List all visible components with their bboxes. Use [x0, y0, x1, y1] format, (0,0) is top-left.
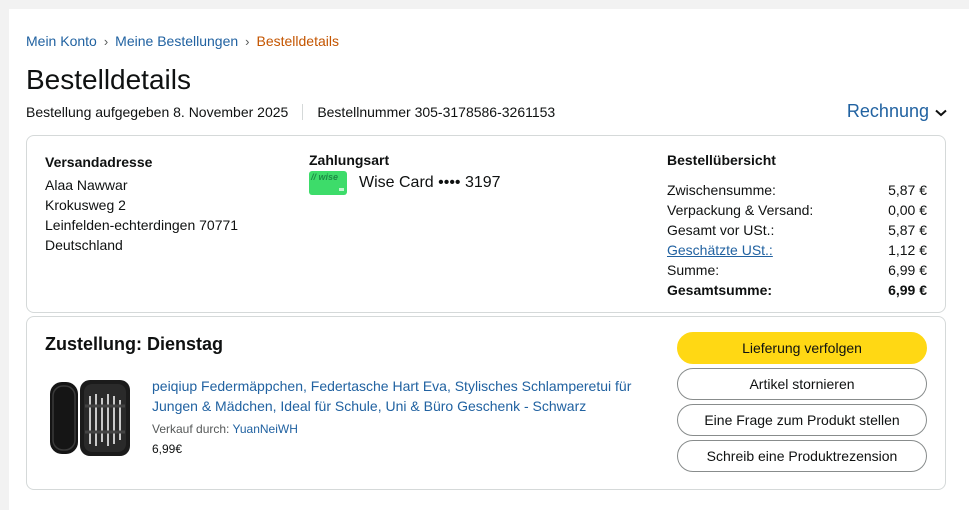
payment-method: Zahlungsart // wise Wise Card •••• 3197 — [309, 152, 501, 195]
sold-by-label: Verkauf durch: — [152, 422, 230, 436]
track-delivery-button[interactable]: Lieferung verfolgen — [677, 332, 927, 364]
write-review-button[interactable]: Schreib eine Produktrezension — [677, 440, 927, 472]
summary-label: Gesamt vor USt.: — [667, 222, 775, 238]
product-image[interactable] — [47, 376, 137, 460]
estimated-tax-link[interactable]: Geschätzte USt.: — [667, 240, 773, 260]
summary-value: 6,99 € — [888, 282, 927, 298]
address-line: Krokusweg 2 — [45, 197, 126, 213]
summary-label: Zwischensumme: — [667, 182, 776, 198]
product-title-link[interactable]: peiqiup Federmäppchen, Federtasche Hart … — [152, 376, 652, 416]
order-details-page: Mein Konto › Meine Bestellungen › Bestel… — [9, 9, 969, 510]
payment-header: Zahlungsart — [309, 152, 390, 168]
summary-label: Verpackung & Versand: — [667, 202, 814, 218]
summary-row-grand-total: Gesamtsumme: 6,99 € — [667, 280, 927, 300]
delivery-header: Zustellung: Dienstag — [45, 334, 224, 354]
summary-label: Summe: — [667, 262, 720, 278]
card-logo-text: // wise — [311, 172, 339, 182]
breadcrumb-current: Bestelldetails — [256, 33, 340, 49]
summary-value: 5,87 € — [888, 222, 927, 238]
order-date: Bestellung aufgegeben 8. November 2025 — [26, 104, 289, 120]
breadcrumb-separator: › — [245, 33, 250, 49]
summary-label: Gesamtsumme: — [667, 282, 773, 298]
summary-row-tax: Geschätzte USt.: 1,12 € — [667, 240, 927, 260]
delivery-box: Zustellung: Dienstag peiqiup Federmäppch… — [26, 316, 946, 490]
cancel-item-button[interactable]: Artikel stornieren — [677, 368, 927, 400]
breadcrumb-my-orders[interactable]: Meine Bestellungen — [115, 33, 238, 49]
address-line: Alaa Nawwar — [45, 177, 128, 193]
summary-row-subtotal: Zwischensumme: 5,87 € — [667, 180, 927, 200]
ask-question-button[interactable]: Eine Frage zum Produkt stellen — [677, 404, 927, 436]
order-summary: Bestellübersicht Zwischensumme: 5,87 € V… — [667, 152, 927, 300]
invoice-label: Rechnung — [846, 101, 929, 121]
breadcrumb-separator: › — [103, 33, 109, 49]
address-line: Deutschland — [45, 237, 123, 253]
product-info: peiqiup Federmäppchen, Federtasche Hart … — [152, 376, 652, 456]
seller-info: Verkauf durch: YuanNeiWH — [152, 422, 652, 436]
meta-divider — [302, 104, 304, 120]
page-title: Bestelldetails — [26, 64, 191, 95]
summary-row-pretax: Gesamt vor USt.: 5,87 € — [667, 220, 927, 240]
card-label: Wise Card •••• 3197 — [359, 174, 501, 191]
breadcrumb-my-account[interactable]: Mein Konto — [26, 33, 97, 49]
address-line: Leinfelden-echterdingen 70771 — [45, 217, 239, 233]
summary-header: Bestellübersicht — [667, 152, 776, 168]
shipping-header: Versandadresse — [45, 154, 153, 170]
summary-value: 5,87 € — [888, 182, 927, 198]
wise-card-icon: // wise — [309, 171, 347, 195]
summary-row-shipping: Verpackung & Versand: 0,00 € — [667, 200, 927, 220]
summary-row-sum: Summe: 6,99 € — [667, 260, 927, 280]
chevron-down-icon — [935, 101, 947, 122]
summary-value: 0,00 € — [888, 202, 927, 218]
product-price: 6,99€ — [152, 442, 183, 456]
order-meta: Bestellung aufgegeben 8. November 2025 B… — [26, 104, 555, 120]
order-number: Bestellnummer 305-3178586-3261153 — [317, 104, 556, 120]
breadcrumb: Mein Konto › Meine Bestellungen › Bestel… — [26, 33, 339, 49]
delivery-actions: Lieferung verfolgen Artikel stornieren E… — [677, 332, 927, 476]
invoice-dropdown[interactable]: Rechnung — [847, 101, 947, 122]
seller-link[interactable]: YuanNeiWH — [233, 422, 298, 436]
summary-value: 6,99 € — [888, 262, 927, 278]
shipping-address: Versandadresse Alaa Nawwar Krokusweg 2 L… — [45, 152, 238, 255]
order-info-box: Versandadresse Alaa Nawwar Krokusweg 2 L… — [26, 135, 946, 313]
summary-value: 1,12 € — [888, 242, 927, 258]
